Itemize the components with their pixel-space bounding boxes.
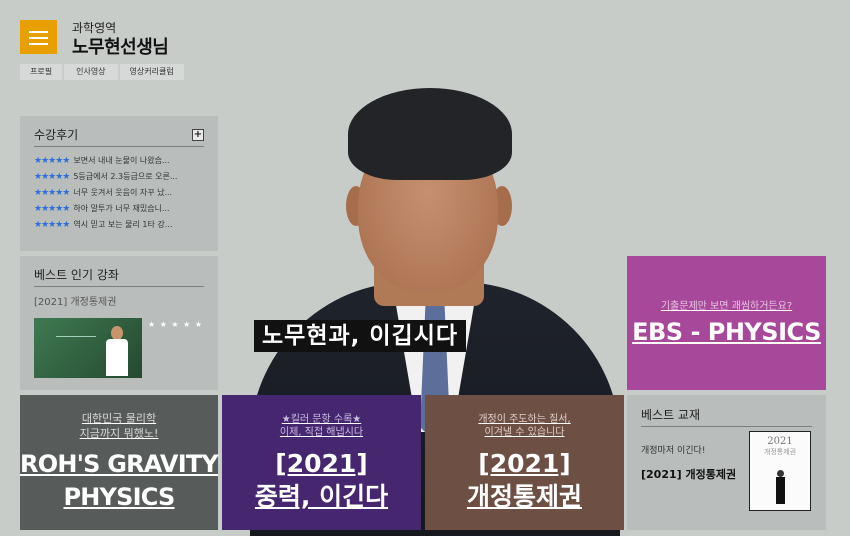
promo-gravity-subtitle-line: 지금까지 뭐했노! (79, 427, 159, 440)
review-item[interactable]: ★★★★★ 5등급에서 2.3등급으로 오른... (34, 169, 204, 185)
teacher-body (106, 339, 128, 376)
nav-item-intro-video[interactable]: 인사영상 (64, 64, 118, 80)
hamburger-line (29, 37, 48, 39)
review-item[interactable]: ★★★★★ 보면서 내내 눈물이 나왔습... (34, 153, 204, 169)
best-lecture-panel: 베스트 인기 강좌 [2021] 개정통제권 ★ ★ ★ ★ ★ (20, 256, 218, 390)
rating-stars: ★★★★★ (34, 188, 70, 198)
promo-force-title: [2021] 중력, 이긴다 (222, 447, 421, 513)
book-cover-year: 2021 (767, 436, 793, 447)
reviews-header: 수강후기 + (34, 126, 204, 147)
chalk-line (56, 336, 96, 337)
figure-body (776, 477, 785, 504)
promo-revision-control[interactable]: 개정이 주도하는 질서, 이겨낼 수 있습니다 [2021] 개정통제권 (425, 395, 624, 530)
rating-stars: ★★★★★ (34, 172, 70, 182)
best-lecture-title: 베스트 인기 강좌 (34, 268, 119, 282)
lecture-thumbnail[interactable] (34, 318, 142, 378)
rating-stars: ★★★★★ (34, 220, 70, 230)
best-book-header: 베스트 교재 (641, 406, 812, 427)
promo-gravity-physics[interactable]: 대한민국 물리학 지금까지 뭐했노! ROH'S GRAVITY PHYSICS (20, 395, 219, 530)
book-cover-figure (776, 470, 785, 504)
hamburger-line (29, 43, 48, 45)
review-text: 너무 웃겨서 웃음이 자꾸 났... (73, 188, 173, 197)
promo-gravity-subtitle-line: 대한민국 물리학 (81, 412, 157, 425)
promo-tome-title: [2021] 개정통제권 (425, 447, 624, 513)
reviews-panel: 수강후기 + ★★★★★ 보면서 내내 눈물이 나왔습... ★★★★★ 5등급에서… (20, 116, 218, 251)
best-lecture-header: 베스트 인기 강좌 (34, 266, 204, 287)
best-book-panel: 베스트 교재 개정마저 이긴다! [2021] 개정통제권 2021 개정통제권 (627, 395, 826, 530)
promo-ebs-subtitle: 기출문제만 보면 괘씸하거든요? (660, 301, 793, 312)
promo-tome-title-line: 개정통제권 (466, 482, 582, 511)
portrait-hair (348, 88, 512, 180)
promo-tome-subtitle-line: 이겨낼 수 있습니다 (484, 427, 565, 438)
lecture-rating-stars: ★ ★ ★ ★ ★ (148, 320, 204, 329)
teacher-figure (106, 326, 128, 376)
hero-caption: 노무현과, 이깁시다 (254, 320, 467, 352)
brand-title[interactable]: 노무현선생님 (72, 33, 169, 59)
rating-stars: ★★★★★ (34, 156, 70, 166)
book-cover-title: 개정통제권 (763, 448, 797, 456)
reviews-title: 수강후기 (34, 128, 79, 142)
promo-force-subtitle-line: ★킬러 문항 수록★ (281, 414, 362, 425)
review-list: ★★★★★ 보면서 내내 눈물이 나왔습... ★★★★★ 5등급에서 2.3등급으… (34, 153, 204, 233)
menu-button[interactable] (20, 20, 57, 54)
nav-item-curriculum[interactable]: 영상커리큘럼 (119, 64, 184, 80)
rating-stars: ★★★★★ (34, 204, 70, 214)
promo-force-title-line: 중력, 이긴다 (254, 482, 389, 511)
book-cover[interactable]: 2021 개정통제권 (749, 431, 811, 511)
promo-force-subtitle-line: 이제, 직접 해냅시다 (279, 427, 364, 438)
promo-ebs-title: EBS - PHYSICS (632, 318, 821, 346)
review-text: 보면서 내내 눈물이 나왔습... (73, 156, 170, 165)
promo-tome-subtitle: 개정이 주도하는 질서, 이겨낼 수 있습니다 (425, 413, 624, 439)
lecture-name[interactable]: [2021] 개정통제권 (34, 293, 204, 308)
teacher-head (111, 326, 123, 340)
nav-item-profile[interactable]: 프로필 (20, 64, 63, 80)
figure-head (777, 470, 784, 477)
top-nav: 프로필 인사영상 영상커리큘럼 (20, 64, 184, 80)
promo-tome-title-line: [2021] (478, 449, 571, 478)
review-item[interactable]: ★★★★★ 하아 말투가 너무 재밌습니... (34, 201, 204, 217)
promo-force-title-line: [2021] (275, 449, 368, 478)
review-text: 5등급에서 2.3등급으로 오른... (73, 172, 178, 181)
plus-icon[interactable]: + (192, 128, 204, 141)
promo-tome-subtitle-line: 개정이 주도하는 질서, (478, 414, 571, 425)
best-book-title: 베스트 교재 (641, 408, 701, 422)
review-text: 역시 믿고 보는 물리 1타 강... (73, 220, 173, 229)
promo-gravity-subtitle: 대한민국 물리학 지금까지 뭐했노! (20, 411, 218, 441)
review-item[interactable]: ★★★★★ 너무 웃겨서 웃음이 자꾸 났... (34, 185, 204, 201)
hamburger-line (29, 31, 48, 33)
promo-ebs-physics[interactable]: 기출문제만 보면 괘씸하거든요? EBS - PHYSICS (627, 256, 826, 390)
review-item[interactable]: ★★★★★ 역시 믿고 보는 물리 1타 강... (34, 217, 204, 233)
promo-gravity-wins[interactable]: ★킬러 문항 수록★ 이제, 직접 해냅시다 [2021] 중력, 이긴다 (222, 395, 421, 530)
promo-force-subtitle: ★킬러 문항 수록★ 이제, 직접 해냅시다 (222, 413, 421, 439)
promo-gravity-title: ROH'S GRAVITY PHYSICS (20, 448, 219, 514)
promo-gravity-title-line: ROH'S GRAVITY (20, 450, 219, 478)
promo-gravity-title-line: PHYSICS (63, 483, 175, 511)
review-text: 하아 말투가 너무 재밌습니... (73, 204, 170, 213)
